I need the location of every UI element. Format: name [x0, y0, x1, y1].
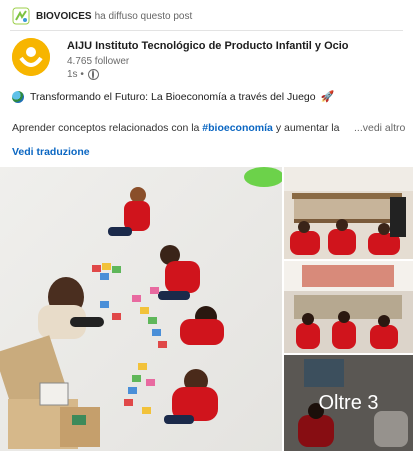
more-photos-overlay[interactable]: Oltre 3: [284, 355, 413, 451]
body-prefix: Aprender conceptos relacionados con la: [12, 122, 203, 134]
post-time: 1s •: [67, 69, 84, 80]
post-headline: Transformando el Futuro: La Bioeconomía …: [12, 90, 334, 103]
image-gallery: Oltre 3: [0, 167, 413, 451]
gallery-thumb-1[interactable]: [284, 167, 413, 259]
repost-header: BIOVOICES ha diffuso questo post: [12, 6, 192, 26]
biovoices-logo-icon[interactable]: [12, 7, 30, 25]
earth-emoji-icon: [12, 90, 24, 103]
divider: [10, 30, 403, 31]
aiju-logo-icon: [12, 38, 50, 76]
main-photo[interactable]: [0, 167, 282, 451]
headline-text: Transformando el Futuro: La Bioeconomía …: [30, 90, 316, 103]
author-followers: 4.765 follower: [67, 56, 130, 67]
author-block: AIJU Instituto Tecnológico de Producto I…: [12, 38, 349, 80]
author-avatar[interactable]: [12, 38, 50, 76]
globe-icon: [87, 69, 99, 80]
see-more-link[interactable]: ...vedi altro: [354, 122, 405, 134]
body-suffix: y aumentar la: [272, 122, 340, 134]
repost-action: ha diffuso questo post: [94, 10, 193, 22]
post-meta: 1s •: [67, 69, 349, 80]
hashtag-link[interactable]: #bioeconomía: [202, 122, 273, 134]
see-translation-link[interactable]: Vedi traduzione: [12, 146, 90, 158]
rocket-emoji-icon: 🚀: [320, 91, 335, 103]
more-photos-count: Oltre 3: [318, 391, 379, 414]
repost-name[interactable]: BIOVOICES: [36, 11, 92, 22]
author-name[interactable]: AIJU Instituto Tecnológico de Producto I…: [67, 40, 349, 52]
post-body: Aprender conceptos relacionados con la #…: [12, 122, 339, 134]
gallery-thumb-3[interactable]: Oltre 3: [284, 355, 413, 451]
gallery-thumb-2[interactable]: [284, 261, 413, 353]
